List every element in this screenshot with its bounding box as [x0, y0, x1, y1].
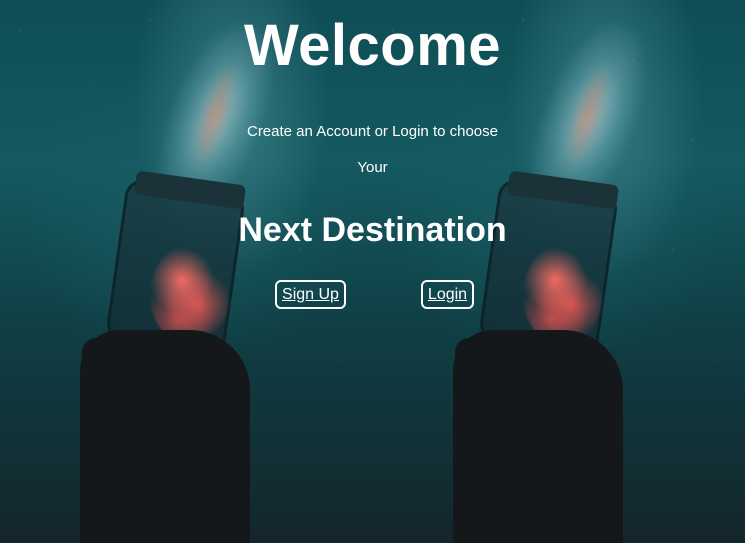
login-button[interactable]: Login — [421, 280, 474, 309]
sign-up-button[interactable]: Sign Up — [275, 280, 346, 309]
page-title: Welcome — [243, 13, 502, 78]
subtitle-line-2: Your — [357, 159, 388, 176]
destination-headline: Next Destination — [238, 211, 507, 249]
subtitle-line-1: Create an Account or Login to choose — [246, 123, 498, 140]
hero-section: Welcome Create an Account or Login to ch… — [0, 0, 745, 543]
